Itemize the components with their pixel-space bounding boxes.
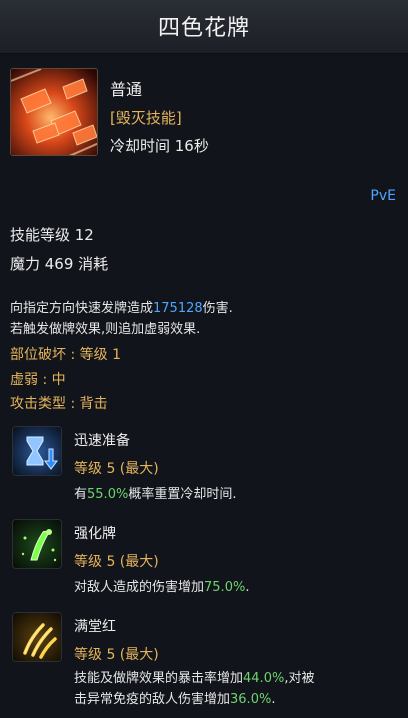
tripod-value: 75.0% — [204, 580, 246, 595]
mana-cost: 魔力 469 消耗 — [10, 255, 109, 273]
tripod-name: 迅速准备 — [74, 433, 130, 449]
mode-label: PvE — [370, 188, 396, 204]
desc-text: . — [271, 692, 276, 707]
tripod-level: 等级 5 (最大) — [74, 647, 159, 663]
green-card-icon — [12, 519, 62, 569]
tripod-desc-line-2: 击异常免疫的敌人伤害增加36.0%. — [74, 689, 394, 710]
tripod-description: 技能及做牌效果的暴击率增加44.0%,对被 击异常免疫的敌人伤害增加36.0%. — [74, 668, 394, 710]
desc-text: 击异常免疫的敌人伤害增加 — [74, 692, 231, 707]
desc-text: 概率重置冷却时间. — [128, 487, 237, 502]
tripod-desc-line-1: 技能及做牌效果的暴击率增加44.0%,对被 — [74, 668, 394, 689]
tripod-value: 55.0% — [87, 487, 129, 502]
desc-text: 技能及做牌效果的暴击率增加 — [74, 671, 244, 686]
description-line-1: 向指定方向快速发牌造成175128伤害. — [10, 298, 233, 319]
desc-text: 伤害. — [202, 301, 233, 316]
skill-tag: [毁灭技能] — [110, 109, 182, 127]
tripod-value: 44.0% — [243, 671, 285, 686]
tripod-description: 有55.0%概率重置冷却时间. — [74, 484, 394, 505]
desc-text: ,对被 — [284, 671, 315, 686]
tripod-value: 36.0% — [230, 692, 272, 707]
tripod-level: 等级 5 (最大) — [74, 461, 159, 477]
description-line-2: 若触发做牌效果,则追加虚弱效果. — [10, 322, 201, 337]
skill-description: 向指定方向快速发牌造成175128伤害. 若触发做牌效果,则追加虚弱效果. — [10, 298, 233, 340]
damage-value: 175128 — [153, 301, 203, 316]
desc-text: 有 — [74, 487, 88, 502]
tooltip-header: 四色花牌 — [0, 0, 408, 54]
skill-grade: 普通 — [110, 80, 143, 99]
attribute-attack-type: 攻击类型 : 背击 — [10, 396, 108, 412]
tripod-level: 等级 5 (最大) — [74, 554, 159, 570]
skill-tooltip: 四色花牌 普通 [毁灭技能] 冷却时间 16秒 PvE 技能等级 12 魔力 4… — [0, 0, 408, 718]
tripod-name: 强化牌 — [74, 526, 116, 542]
desc-text: 向指定方向快速发牌造成 — [10, 301, 154, 316]
skill-cooldown: 冷却时间 16秒 — [110, 137, 209, 155]
desc-text: . — [245, 580, 250, 595]
tripod-name: 满堂红 — [74, 619, 116, 635]
attribute-weakness: 虚弱 : 中 — [10, 372, 66, 388]
hourglass-arrow-icon — [12, 426, 62, 476]
skill-level: 技能等级 12 — [10, 226, 94, 244]
skill-title: 四色花牌 — [157, 16, 250, 41]
falling-cards-icon — [10, 68, 98, 156]
desc-text: 对敌人造成的伤害增加 — [74, 580, 205, 595]
attribute-part-break: 部位破坏 : 等级 1 — [10, 347, 121, 363]
golden-claws-icon — [12, 612, 62, 662]
tripod-description: 对敌人造成的伤害增加75.0%. — [74, 577, 394, 598]
skill-meta: 普通 [毁灭技能] 冷却时间 16秒 — [110, 76, 209, 156]
